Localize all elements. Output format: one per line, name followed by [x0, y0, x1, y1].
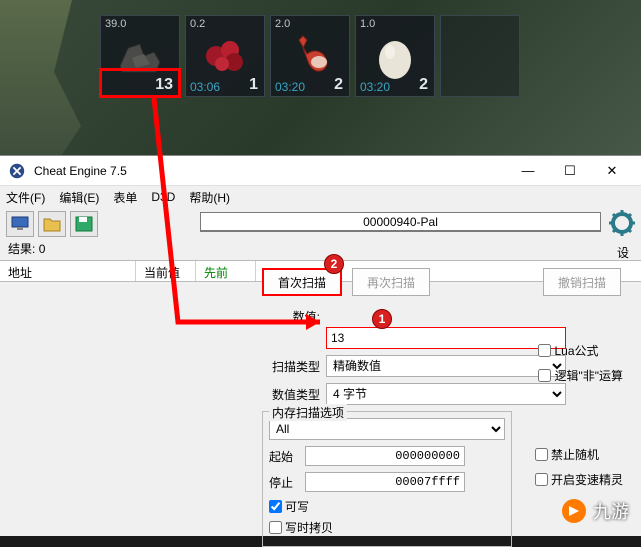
- app-icon: [8, 162, 26, 180]
- value-input[interactable]: [326, 327, 566, 349]
- cheat-engine-window: Cheat Engine 7.5 — ☐ ✕ 文件(F) 编辑(E) 表单 D3…: [0, 155, 641, 536]
- speedhack-label: 开启变速精灵: [551, 471, 623, 488]
- inventory-slot-4[interactable]: 1.0 03:20 2: [355, 15, 435, 97]
- col-address[interactable]: 地址: [0, 261, 136, 281]
- results-label: 结果:: [8, 242, 35, 256]
- start-label: 起始: [269, 448, 299, 465]
- settings-icon[interactable]: [609, 210, 635, 236]
- window-title: Cheat Engine 7.5: [34, 164, 507, 178]
- floppy-icon: [74, 215, 94, 233]
- process-display[interactable]: 00000940-Pal: [200, 212, 601, 232]
- norandom-checkbox[interactable]: [535, 448, 548, 461]
- close-button[interactable]: ✕: [591, 157, 633, 185]
- slot-weight: 0.2: [190, 18, 205, 30]
- scan-type-label: 扫描类型: [262, 358, 320, 375]
- not-label: 逻辑"非"运算: [554, 367, 623, 384]
- inventory-slot-empty[interactable]: [440, 15, 520, 97]
- lua-label: Lua公式: [554, 342, 598, 359]
- titlebar[interactable]: Cheat Engine 7.5 — ☐ ✕: [0, 156, 641, 186]
- meat-icon: [285, 34, 335, 78]
- inventory-slot-1[interactable]: 39.0 13: [100, 15, 180, 97]
- value-type-label: 数值类型: [262, 386, 320, 403]
- menu-d3d[interactable]: D3D: [151, 190, 175, 204]
- egg-icon: [372, 34, 418, 80]
- writable-label: 可写: [285, 498, 309, 515]
- minimize-button[interactable]: —: [507, 157, 549, 185]
- open-file-button[interactable]: [38, 211, 66, 237]
- slot-timer: 03:20: [360, 80, 390, 94]
- norandom-label: 禁止随机: [551, 446, 599, 463]
- maximize-button[interactable]: ☐: [549, 157, 591, 185]
- results-line: 结果: 0: [0, 240, 641, 260]
- slot-count: 1: [249, 76, 258, 94]
- memory-scan-options: 内存扫描选项 All 起始 停止 可写 写时拷贝: [262, 411, 512, 547]
- scan-type-select[interactable]: 精确数值: [326, 355, 566, 377]
- menu-table[interactable]: 表单: [113, 189, 137, 206]
- slot-weight: 2.0: [275, 18, 290, 30]
- range-select[interactable]: All: [269, 418, 505, 440]
- folder-icon: [42, 215, 62, 233]
- slot-weight: 1.0: [360, 18, 375, 30]
- highlight-box: [99, 68, 181, 98]
- slot-timer: 03:06: [190, 80, 220, 94]
- lua-checkbox[interactable]: [538, 344, 551, 357]
- inventory-slot-2[interactable]: 0.2 03:06 1: [185, 15, 265, 97]
- watermark: 九游: [561, 498, 629, 524]
- toolbar: 00000940-Pal: [0, 208, 641, 240]
- menubar: 文件(F) 编辑(E) 表单 D3D 帮助(H): [0, 186, 641, 208]
- col-current[interactable]: 当前值: [136, 261, 196, 281]
- speedhack-checkbox[interactable]: [535, 473, 548, 486]
- menu-file[interactable]: 文件(F): [6, 189, 45, 206]
- start-input[interactable]: [305, 446, 465, 466]
- cow-label: 写时拷贝: [285, 519, 333, 536]
- slot-timer: 03:20: [275, 80, 305, 94]
- berries-icon: [200, 34, 250, 74]
- col-previous[interactable]: 先前: [196, 261, 256, 281]
- undo-scan-button[interactable]: 撤销扫描: [543, 268, 621, 296]
- annotation-badge-1: 1: [372, 309, 392, 329]
- settings-label[interactable]: 设: [617, 244, 629, 261]
- watermark-text: 九游: [593, 498, 629, 524]
- writable-checkbox[interactable]: [269, 500, 282, 513]
- stop-input[interactable]: [305, 472, 465, 492]
- right-checkboxes-2: 禁止随机 开启变速精灵: [535, 446, 623, 492]
- inventory-bar: 39.0 13 0.2 03:06 1 2.0 03:20 2 1.0 03:2…: [100, 15, 520, 97]
- stop-label: 停止: [269, 474, 299, 491]
- value-type-select[interactable]: 4 字节: [326, 383, 566, 405]
- menu-edit[interactable]: 编辑(E): [59, 189, 99, 206]
- results-count: 0: [39, 242, 46, 256]
- menu-help[interactable]: 帮助(H): [189, 189, 230, 206]
- cow-checkbox[interactable]: [269, 521, 282, 534]
- watermark-icon: [561, 498, 587, 524]
- next-scan-button[interactable]: 再次扫描: [352, 268, 430, 296]
- inventory-slot-3[interactable]: 2.0 03:20 2: [270, 15, 350, 97]
- annotation-badge-2: 2: [324, 254, 344, 274]
- slot-count: 2: [419, 76, 428, 94]
- not-checkbox[interactable]: [538, 369, 551, 382]
- slot-weight: 39.0: [105, 18, 126, 30]
- value-label: 数值:: [262, 308, 320, 325]
- mem-group-title: 内存扫描选项: [269, 404, 347, 421]
- right-checkboxes-1: Lua公式 逻辑"非"运算: [538, 342, 623, 388]
- open-process-button[interactable]: [6, 211, 34, 237]
- slot-count: 2: [334, 76, 343, 94]
- save-button[interactable]: [70, 211, 98, 237]
- computer-icon: [10, 215, 30, 233]
